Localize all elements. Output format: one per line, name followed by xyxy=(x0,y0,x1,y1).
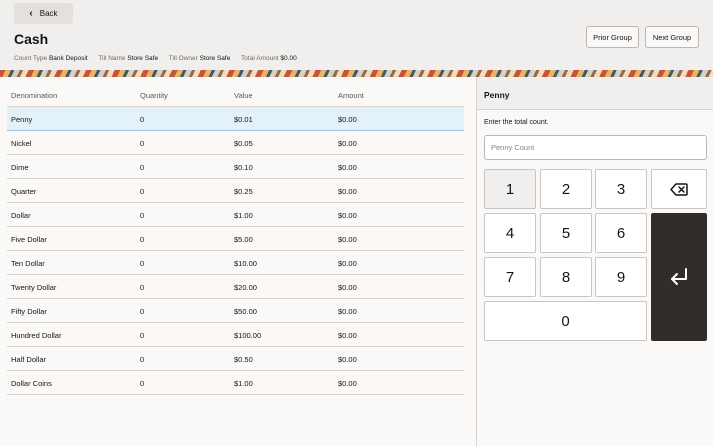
cell-value: $5.00 xyxy=(234,235,253,244)
table-row[interactable]: Hundred Dollar 0 $100.00 $0.00 xyxy=(7,323,464,347)
cell-denomination: Fifty Dollar xyxy=(11,307,47,316)
cell-amount: $0.00 xyxy=(338,211,357,220)
cell-denomination: Dollar xyxy=(11,211,31,220)
cell-value: $0.25 xyxy=(234,187,253,196)
cell-amount: $0.00 xyxy=(338,283,357,292)
table-row[interactable]: Dollar Coins 0 $1.00 $0.00 xyxy=(7,371,464,395)
key-3[interactable]: 3 xyxy=(595,169,647,209)
enter-icon xyxy=(671,268,687,285)
cell-amount: $0.00 xyxy=(338,163,357,172)
cell-amount: $0.00 xyxy=(338,331,357,340)
cell-quantity: 0 xyxy=(140,235,145,244)
backspace-button[interactable] xyxy=(651,169,707,209)
key-8[interactable]: 8 xyxy=(540,257,592,297)
count-entry-panel: Penny Enter the total count. 1 2 3 4 5 6… xyxy=(477,77,713,446)
cell-denomination: Half Dollar xyxy=(11,355,47,364)
cell-denomination: Dollar Coins xyxy=(11,379,52,388)
cell-denomination: Dime xyxy=(11,163,29,172)
cell-amount: $0.00 xyxy=(338,259,357,268)
cell-amount: $0.00 xyxy=(338,115,357,124)
key-4[interactable]: 4 xyxy=(484,213,536,253)
next-group-button[interactable]: Next Group xyxy=(645,26,699,48)
cell-amount: $0.00 xyxy=(338,235,357,244)
cell-amount: $0.00 xyxy=(338,355,357,364)
cell-amount: $0.00 xyxy=(338,379,357,388)
cell-denomination: Five Dollar xyxy=(11,235,47,244)
prior-group-button[interactable]: Prior Group xyxy=(586,26,639,48)
cell-denomination: Penny xyxy=(11,115,33,124)
cell-quantity: 0 xyxy=(140,211,145,220)
cell-value: $0.01 xyxy=(234,115,253,124)
key-1[interactable]: 1 xyxy=(484,169,536,209)
backspace-icon xyxy=(670,182,688,196)
total-amount-info: Total Amount $0.00 xyxy=(241,55,297,62)
page-header: ‹ Back Cash Count Type Bank Deposit Till… xyxy=(0,0,713,70)
table-row[interactable]: Fifty Dollar 0 $50.00 $0.00 xyxy=(7,299,464,323)
key-9[interactable]: 9 xyxy=(595,257,647,297)
column-header-value: Value xyxy=(234,91,253,100)
column-header-quantity: Quantity xyxy=(140,91,168,100)
cell-quantity: 0 xyxy=(140,187,145,196)
till-name-info: Till Name Store Safe xyxy=(98,55,159,62)
table-header: Denomination Quantity Value Amount xyxy=(7,83,464,107)
cell-denomination: Quarter xyxy=(11,187,37,196)
cell-quantity: 0 xyxy=(140,355,145,364)
cell-denomination: Ten Dollar xyxy=(11,259,45,268)
count-type-info: Count Type Bank Deposit xyxy=(14,55,88,62)
cell-amount: $0.00 xyxy=(338,187,357,196)
cell-value: $10.00 xyxy=(234,259,257,268)
cell-value: $1.00 xyxy=(234,211,253,220)
column-header-amount: Amount xyxy=(338,91,364,100)
chevron-left-icon: ‹ xyxy=(29,7,33,19)
table-row[interactable]: Penny 0 $0.01 $0.00 xyxy=(7,107,464,131)
cell-quantity: 0 xyxy=(140,259,145,268)
count-info: Count Type Bank Deposit Till Name Store … xyxy=(14,55,306,62)
cell-value: $0.50 xyxy=(234,355,253,364)
table-row[interactable]: Nickel 0 $0.05 $0.00 xyxy=(7,131,464,155)
panel-header: Penny xyxy=(477,77,713,110)
table-row[interactable]: Dime 0 $0.10 $0.00 xyxy=(7,155,464,179)
cell-value: $20.00 xyxy=(234,283,257,292)
cell-value: $0.05 xyxy=(234,139,253,148)
enter-button[interactable] xyxy=(651,213,707,341)
key-2[interactable]: 2 xyxy=(540,169,592,209)
panel-title: Penny xyxy=(484,90,510,100)
cell-quantity: 0 xyxy=(140,283,145,292)
back-button[interactable]: ‹ Back xyxy=(14,3,73,24)
table-row[interactable]: Dollar 0 $1.00 $0.00 xyxy=(7,203,464,227)
cell-value: $50.00 xyxy=(234,307,257,316)
cell-quantity: 0 xyxy=(140,163,145,172)
table-row[interactable]: Five Dollar 0 $5.00 $0.00 xyxy=(7,227,464,251)
cell-amount: $0.00 xyxy=(338,307,357,316)
cell-value: $100.00 xyxy=(234,331,262,340)
cell-amount: $0.00 xyxy=(338,139,357,148)
key-0[interactable]: 0 xyxy=(484,301,647,341)
back-label: Back xyxy=(39,9,58,18)
penny-count-input[interactable] xyxy=(484,135,707,160)
till-owner-info: Till Owner Store Safe xyxy=(168,55,231,62)
key-7[interactable]: 7 xyxy=(484,257,536,297)
cell-quantity: 0 xyxy=(140,307,145,316)
table-row[interactable]: Quarter 0 $0.25 $0.00 xyxy=(7,179,464,203)
cell-value: $0.10 xyxy=(234,163,253,172)
cell-quantity: 0 xyxy=(140,379,145,388)
denomination-table: Denomination Quantity Value Amount Penny… xyxy=(0,77,476,446)
cell-quantity: 0 xyxy=(140,331,145,340)
cell-denomination: Nickel xyxy=(11,139,32,148)
decorative-banner xyxy=(0,70,713,77)
count-prompt: Enter the total count. xyxy=(484,119,549,126)
key-6[interactable]: 6 xyxy=(595,213,647,253)
column-header-denomination: Denomination xyxy=(11,91,58,100)
cell-denomination: Hundred Dollar xyxy=(11,331,62,340)
key-5[interactable]: 5 xyxy=(540,213,592,253)
cell-denomination: Twenty Dollar xyxy=(11,283,57,292)
cell-quantity: 0 xyxy=(140,115,145,124)
page-title: Cash xyxy=(14,31,49,47)
table-row[interactable]: Half Dollar 0 $0.50 $0.00 xyxy=(7,347,464,371)
cell-value: $1.00 xyxy=(234,379,253,388)
cell-quantity: 0 xyxy=(140,139,145,148)
table-row[interactable]: Ten Dollar 0 $10.00 $0.00 xyxy=(7,251,464,275)
table-row[interactable]: Twenty Dollar 0 $20.00 $0.00 xyxy=(7,275,464,299)
